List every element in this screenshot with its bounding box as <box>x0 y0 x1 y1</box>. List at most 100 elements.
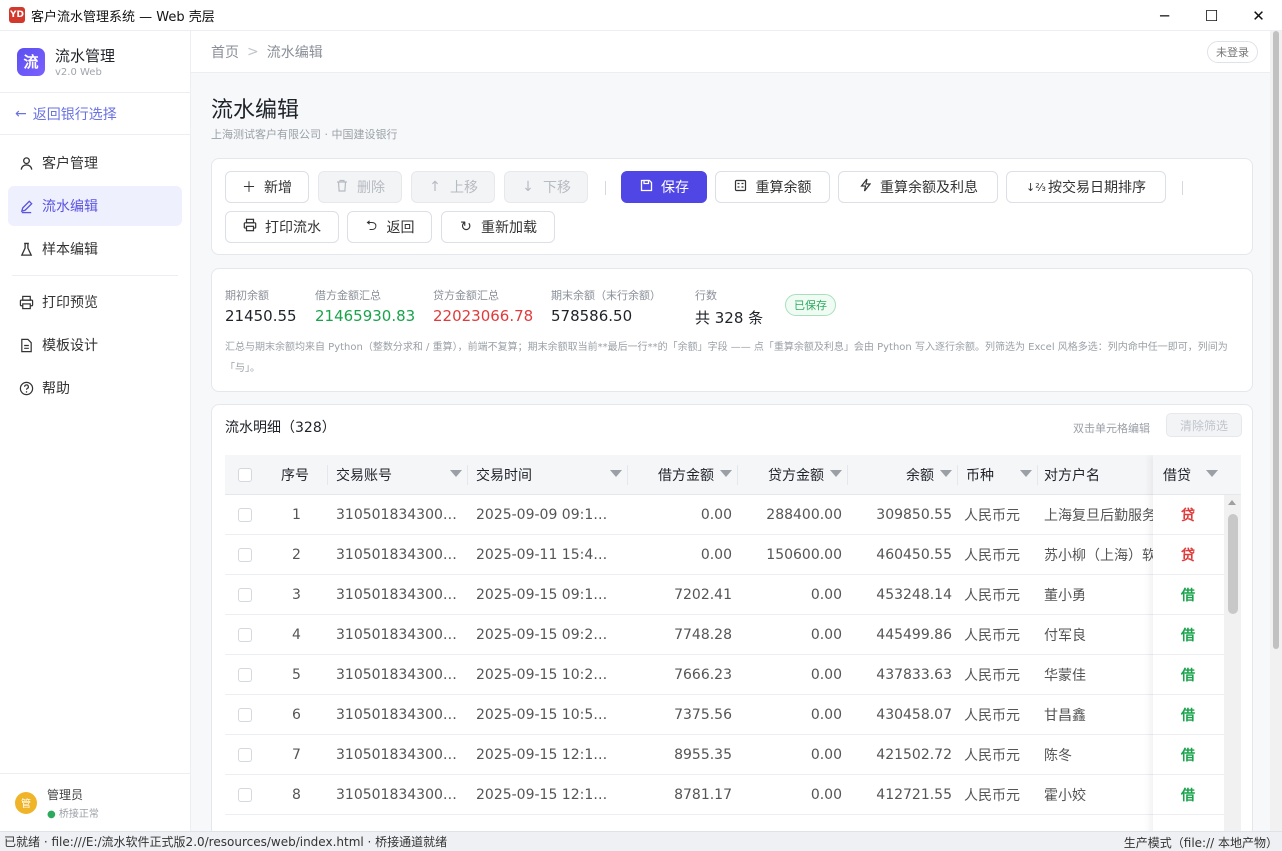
col-party[interactable]: 对方户名 <box>1038 455 1153 495</box>
cell-time[interactable]: 2025-09-15 12:1… <box>468 735 628 775</box>
sidebar-item-customers[interactable]: 客户管理 <box>8 143 182 183</box>
cell-dc[interactable]: 贷 <box>1153 495 1224 535</box>
cell-party[interactable]: 苏小柳（上海）软 <box>1038 535 1153 575</box>
cell-party[interactable]: 上海复旦后勤服务 <box>1038 495 1153 535</box>
cell-currency[interactable]: 人民币元 <box>958 695 1038 735</box>
table-row[interactable]: 8 310501834300… 2025-09-15 12:1… 8781.17 0.0… <box>225 775 1241 815</box>
col-debit[interactable]: 借方金额 <box>628 455 738 495</box>
cell-balance[interactable]: 412721.55 <box>848 775 958 815</box>
page-scrollbar-thumb[interactable] <box>1273 31 1279 649</box>
filter-icon[interactable] <box>1020 470 1032 477</box>
add-button[interactable]: ＋新增 <box>225 171 309 203</box>
cell-debit[interactable]: 0.00 <box>628 535 738 575</box>
cell-balance[interactable]: 453248.14 <box>848 575 958 615</box>
cell-dc[interactable]: 借 <box>1153 575 1224 615</box>
save-button[interactable]: 保存 <box>621 171 707 203</box>
recalc-balance-button[interactable]: 重算余额 <box>715 171 830 203</box>
cell-no[interactable]: 8 <box>265 775 328 815</box>
filter-icon[interactable] <box>610 470 622 477</box>
cell-no[interactable]: 2 <box>265 535 328 575</box>
table-row[interactable]: 3 310501834300… 2025-09-15 09:1… 7202.41 0.0… <box>225 575 1241 615</box>
cell-time[interactable]: 2025-09-09 09:1… <box>468 495 628 535</box>
cell-currency[interactable]: 人民币元 <box>958 535 1038 575</box>
scroll-up-icon[interactable] <box>1228 500 1236 505</box>
cell-party[interactable]: 华蒙佳 <box>1038 655 1153 695</box>
cell-time[interactable]: 2025-09-15 12:1… <box>468 775 628 815</box>
col-currency[interactable]: 币种 <box>958 455 1038 495</box>
back-button[interactable]: ⮌ 返回 <box>347 211 432 243</box>
row-checkbox[interactable] <box>238 668 252 682</box>
row-checkbox[interactable] <box>238 748 252 762</box>
cell-party[interactable]: 陈冬 <box>1038 735 1153 775</box>
grid-scrollbar-thumb[interactable] <box>1228 514 1238 614</box>
move-up-button[interactable]: ↑ 上移 <box>411 171 495 203</box>
sidebar-item-print-preview[interactable]: 打印预览 <box>8 282 182 322</box>
cell-dc[interactable]: 贷 <box>1153 535 1224 575</box>
table-row[interactable]: 6 310501834300… 2025-09-15 10:5… 7375.56 0.0… <box>225 695 1241 735</box>
cell-debit[interactable]: 7375.56 <box>628 695 738 735</box>
cell-currency[interactable]: 人民币元 <box>958 775 1038 815</box>
cell-credit[interactable]: 0.00 <box>738 655 848 695</box>
cell-dc[interactable]: 借 <box>1153 615 1224 655</box>
cell-party[interactable]: 董小勇 <box>1038 575 1153 615</box>
login-status-badge[interactable]: 未登录 <box>1207 41 1258 63</box>
col-credit[interactable]: 贷方金额 <box>738 455 848 495</box>
cell-balance[interactable]: 430458.07 <box>848 695 958 735</box>
filter-icon[interactable] <box>940 470 952 477</box>
minimize-button[interactable]: ─ <box>1141 0 1188 31</box>
cell-time[interactable]: 2025-09-15 09:2… <box>468 615 628 655</box>
back-to-bank-link[interactable]: ← 返回银行选择 <box>0 93 190 135</box>
move-down-button[interactable]: ↓ 下移 <box>504 171 588 203</box>
table-row[interactable]: 7 310501834300… 2025-09-15 12:1… 8955.35 0.0… <box>225 735 1241 775</box>
cell-credit[interactable]: 0.00 <box>738 575 848 615</box>
filter-icon[interactable] <box>1206 470 1218 477</box>
row-checkbox[interactable] <box>238 548 252 562</box>
cell-debit[interactable]: 7748.28 <box>628 615 738 655</box>
cell-currency[interactable]: 人民币元 <box>958 615 1038 655</box>
col-time[interactable]: 交易时间 <box>468 455 628 495</box>
cell-credit[interactable]: 150600.00 <box>738 535 848 575</box>
cell-debit[interactable]: 0.00 <box>628 495 738 535</box>
cell-account[interactable]: 310501834300… <box>328 575 468 615</box>
cell-credit[interactable]: 0.00 <box>738 775 848 815</box>
filter-icon[interactable] <box>830 470 842 477</box>
cell-no[interactable]: 3 <box>265 575 328 615</box>
cell-account[interactable]: 310501834300… <box>328 615 468 655</box>
sidebar-item-statement-edit[interactable]: 流水编辑 <box>8 186 182 226</box>
cell-debit[interactable]: 7666.23 <box>628 655 738 695</box>
cell-debit[interactable]: 8781.17 <box>628 775 738 815</box>
row-checkbox[interactable] <box>238 628 252 642</box>
cell-dc[interactable]: 借 <box>1153 655 1224 695</box>
cell-no[interactable]: 6 <box>265 695 328 735</box>
select-all-checkbox[interactable] <box>238 468 252 482</box>
cell-credit[interactable]: 0.00 <box>738 735 848 775</box>
cell-account[interactable]: 310501834300… <box>328 655 468 695</box>
close-button[interactable]: ✕ <box>1235 0 1282 31</box>
reload-button[interactable]: ↻ 重新加载 <box>441 211 555 243</box>
sort-by-date-button[interactable]: ↓⅔ 按交易日期排序 <box>1006 171 1166 203</box>
cell-currency[interactable]: 人民币元 <box>958 735 1038 775</box>
cell-time[interactable]: 2025-09-15 10:2… <box>468 655 628 695</box>
table-row[interactable]: 5 310501834300… 2025-09-15 10:2… 7666.23 0.0… <box>225 655 1241 695</box>
row-checkbox[interactable] <box>238 708 252 722</box>
breadcrumb-home[interactable]: 首页 <box>211 42 239 62</box>
table-row[interactable]: 1 310501834300… 2025-09-09 09:1… 0.00 288400… <box>225 495 1241 535</box>
cell-dc[interactable]: 借 <box>1153 735 1224 775</box>
cell-credit[interactable]: 0.00 <box>738 695 848 735</box>
row-checkbox[interactable] <box>238 508 252 522</box>
cell-debit[interactable]: 7202.41 <box>628 575 738 615</box>
cell-balance[interactable]: 437833.63 <box>848 655 958 695</box>
cell-credit[interactable]: 0.00 <box>738 615 848 655</box>
cell-credit[interactable]: 288400.00 <box>738 495 848 535</box>
cell-balance[interactable]: 309850.55 <box>848 495 958 535</box>
cell-currency[interactable]: 人民币元 <box>958 575 1038 615</box>
cell-account[interactable]: 310501834300… <box>328 735 468 775</box>
cell-party[interactable]: 甘昌鑫 <box>1038 695 1153 735</box>
cell-time[interactable]: 2025-09-15 09:1… <box>468 575 628 615</box>
sidebar-item-help[interactable]: 帮助 <box>8 368 182 408</box>
table-row[interactable]: 4 310501834300… 2025-09-15 09:2… 7748.28 0.0… <box>225 615 1241 655</box>
cell-no[interactable]: 4 <box>265 615 328 655</box>
filter-icon[interactable] <box>720 470 732 477</box>
cell-currency[interactable]: 人民币元 <box>958 495 1038 535</box>
cell-dc[interactable]: 借 <box>1153 695 1224 735</box>
